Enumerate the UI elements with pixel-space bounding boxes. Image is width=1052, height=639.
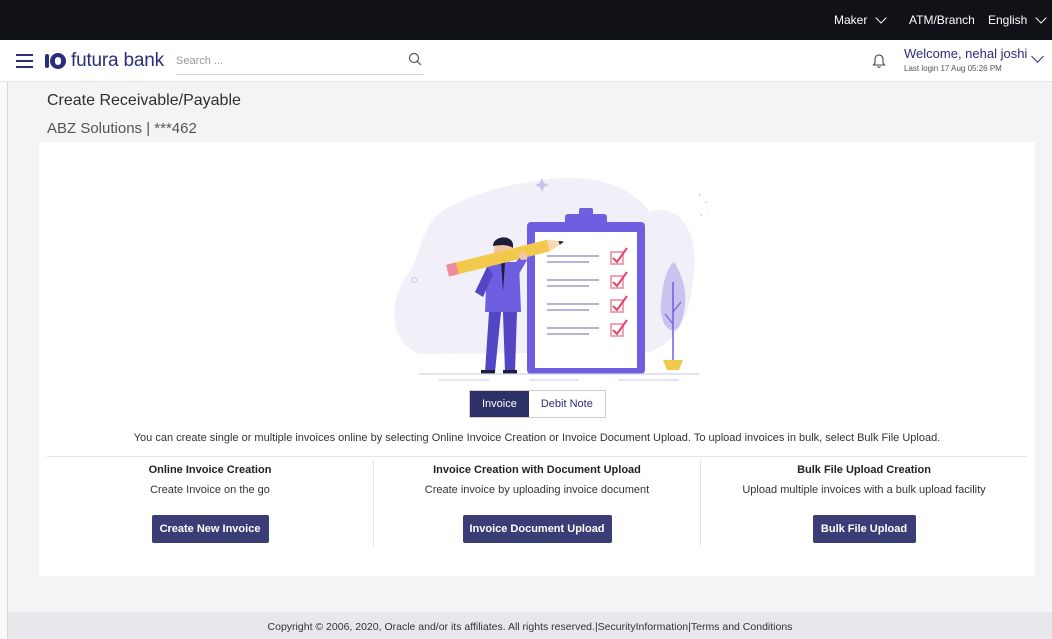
top-bar: Maker ATM/Branch English bbox=[0, 0, 1052, 40]
create-new-invoice-button[interactable]: Create New Invoice bbox=[151, 515, 269, 543]
invoice-checklist-illustration bbox=[394, 177, 709, 381]
role-label: Maker bbox=[834, 13, 868, 27]
last-login-text: Last login 17 Aug 05:26 PM bbox=[904, 64, 1002, 73]
welcome-text: Welcome, nehal joshi bbox=[904, 46, 1028, 61]
bank-logo[interactable]: futura bank bbox=[45, 50, 164, 72]
search-box bbox=[176, 49, 424, 75]
language-label: English bbox=[988, 13, 1028, 27]
copyright-text: Copyright © 2006, 2020, Oracle and/or it… bbox=[267, 621, 595, 633]
search-input[interactable] bbox=[176, 55, 396, 67]
chevron-down-icon bbox=[1035, 11, 1048, 24]
online-invoice-option: Online Invoice Creation Create Invoice o… bbox=[47, 464, 373, 543]
brand-name: futura bank bbox=[71, 50, 164, 71]
footer: Copyright © 2006, 2020, Oracle and/or it… bbox=[8, 612, 1052, 639]
atm-branch-label: ATM/Branch bbox=[909, 13, 975, 27]
hamburger-menu-icon[interactable] bbox=[16, 54, 33, 68]
document-upload-option: Invoice Creation with Document Upload Cr… bbox=[374, 464, 700, 543]
option-description: Upload multiple invoices with a bulk upl… bbox=[742, 484, 986, 496]
security-information-link[interactable]: SecurityInformation bbox=[598, 621, 688, 633]
atm-branch-link[interactable]: ATM/Branch bbox=[909, 13, 975, 27]
divider bbox=[47, 456, 1027, 457]
party-subtitle: ABZ Solutions | ***462 bbox=[47, 120, 197, 137]
search-icon[interactable] bbox=[408, 52, 422, 66]
option-description: Create Invoice on the go bbox=[150, 484, 270, 496]
bell-icon[interactable] bbox=[872, 53, 886, 69]
main-card: Invoice Debit Note You can create single… bbox=[39, 142, 1035, 576]
left-gutter bbox=[0, 82, 8, 639]
user-menu[interactable]: Welcome, nehal joshi Last login 17 Aug 0… bbox=[904, 46, 1027, 73]
bulk-upload-option: Bulk File Upload Creation Upload multipl… bbox=[701, 464, 1027, 543]
option-description: Create invoice by uploading invoice docu… bbox=[424, 484, 650, 496]
option-heading: Invoice Creation with Document Upload bbox=[433, 464, 641, 476]
invoice-document-upload-button[interactable]: Invoice Document Upload bbox=[462, 515, 612, 543]
app-header: futura bank bbox=[0, 40, 1052, 82]
bank-logo-icon bbox=[45, 52, 67, 70]
document-type-tabs: Invoice Debit Note bbox=[469, 390, 606, 418]
option-heading: Online Invoice Creation bbox=[148, 464, 272, 476]
page-title: Create Receivable/Payable bbox=[47, 92, 241, 109]
info-text: You can create single or multiple invoic… bbox=[133, 432, 941, 444]
chevron-down-icon bbox=[875, 11, 888, 24]
option-heading: Bulk File Upload Creation bbox=[797, 464, 931, 476]
terms-link[interactable]: Terms and Conditions bbox=[691, 621, 793, 633]
role-switcher[interactable]: Maker bbox=[834, 11, 888, 27]
language-switcher[interactable]: English bbox=[988, 11, 1048, 27]
bulk-file-upload-button[interactable]: Bulk File Upload bbox=[812, 515, 916, 543]
tab-debit-note[interactable]: Debit Note bbox=[528, 391, 605, 417]
tab-invoice[interactable]: Invoice bbox=[470, 391, 529, 417]
